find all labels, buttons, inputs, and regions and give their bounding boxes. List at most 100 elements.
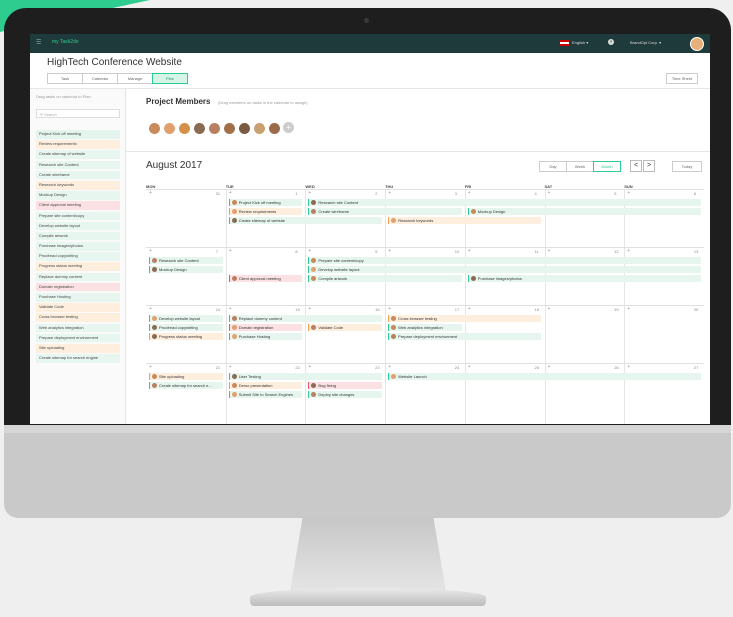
- add-event-icon[interactable]: +: [548, 248, 551, 254]
- sidebar-task-item[interactable]: Prepare deployment environment: [36, 333, 120, 343]
- member-avatar[interactable]: [253, 122, 266, 135]
- add-event-icon[interactable]: +: [229, 190, 232, 196]
- add-event-icon[interactable]: +: [229, 248, 232, 254]
- calendar-event[interactable]: Mockup Design: [467, 208, 701, 215]
- search-input[interactable]: ⚲ Search: [36, 109, 120, 118]
- sidebar-task-item[interactable]: Proofread copywriting: [36, 252, 120, 261]
- user-avatar[interactable]: [690, 37, 704, 51]
- tab-task[interactable]: Task: [47, 73, 83, 84]
- calendar-event[interactable]: Web analytics integration: [388, 324, 462, 331]
- calendar-event[interactable]: Prepare deployment environment: [388, 333, 542, 340]
- sidebar-task-item[interactable]: Mockup Design: [36, 191, 120, 200]
- view-month-button[interactable]: Month: [593, 161, 621, 172]
- add-event-icon[interactable]: +: [468, 364, 471, 370]
- calendar-event[interactable]: Site uploading: [149, 373, 223, 380]
- add-event-icon[interactable]: +: [229, 306, 232, 312]
- member-avatar[interactable]: [178, 122, 191, 135]
- time-sheet-button[interactable]: Time Sheet: [666, 73, 698, 84]
- sidebar-task-item[interactable]: Cross browser testing: [36, 313, 120, 322]
- sidebar-task-item[interactable]: Validate Code: [36, 303, 120, 312]
- add-event-icon[interactable]: +: [627, 190, 630, 196]
- calendar-event[interactable]: Develop website layout: [308, 266, 701, 273]
- help-icon[interactable]: ?: [608, 39, 614, 45]
- sidebar-task-item[interactable]: Web analytics integration: [36, 323, 120, 333]
- app-logo[interactable]: my Task2do: [52, 39, 79, 45]
- add-event-icon[interactable]: +: [308, 306, 311, 312]
- sidebar-task-item[interactable]: Create sitemap of website: [36, 150, 120, 159]
- add-event-icon[interactable]: +: [468, 306, 471, 312]
- calendar-event[interactable]: Demo presentation: [228, 382, 303, 389]
- member-avatar[interactable]: [223, 122, 236, 135]
- calendar-event[interactable]: Client approval meeting: [228, 275, 303, 282]
- calendar-event[interactable]: Validate Code: [308, 324, 383, 331]
- calendar-event[interactable]: Create wireframe: [308, 208, 462, 215]
- calendar-event[interactable]: Create sitemap of website: [228, 217, 383, 224]
- view-week-button[interactable]: Week: [566, 161, 594, 172]
- add-event-icon[interactable]: +: [308, 190, 311, 196]
- calendar-event[interactable]: Submit Site to Search Engines: [228, 391, 303, 398]
- sidebar-task-item[interactable]: Purchase Hosting: [36, 293, 120, 302]
- company-selector[interactable]: BrandOpt Corp. ▾: [630, 40, 661, 45]
- add-event-icon[interactable]: +: [388, 364, 391, 370]
- add-event-icon[interactable]: +: [548, 364, 551, 370]
- calendar-event[interactable]: Progress status meeting: [149, 333, 223, 340]
- sidebar-task-item[interactable]: Site uploading: [36, 343, 120, 353]
- member-avatar[interactable]: [208, 122, 221, 135]
- add-event-icon[interactable]: +: [627, 248, 630, 254]
- calendar-event[interactable]: Cross browser testing: [388, 315, 542, 322]
- member-avatar[interactable]: [163, 122, 176, 135]
- member-avatar[interactable]: [148, 122, 161, 135]
- sidebar-task-item[interactable]: Create sitemap for search engine: [36, 354, 120, 363]
- add-event-icon[interactable]: +: [229, 364, 232, 370]
- add-event-icon[interactable]: +: [468, 190, 471, 196]
- sidebar-task-item[interactable]: Create wireframe: [36, 170, 120, 180]
- view-day-button[interactable]: Day: [539, 161, 567, 172]
- sidebar-task-item[interactable]: Research site Content: [36, 160, 120, 170]
- add-event-icon[interactable]: +: [308, 248, 311, 254]
- add-event-icon[interactable]: +: [388, 190, 391, 196]
- sidebar-task-item[interactable]: Project Kick off meeting: [36, 130, 120, 139]
- add-event-icon[interactable]: +: [388, 306, 391, 312]
- add-event-icon[interactable]: +: [149, 364, 152, 370]
- calendar-event[interactable]: Research keywords: [388, 217, 542, 224]
- calendar-event[interactable]: Create sitemap for search e...: [149, 382, 223, 389]
- calendar-event[interactable]: Project Kick off meeting: [228, 199, 303, 206]
- sidebar-task-item[interactable]: Develop website layout: [36, 221, 120, 231]
- member-avatar[interactable]: [238, 122, 251, 135]
- calendar-event[interactable]: Compile artwork: [308, 275, 462, 282]
- calendar-event[interactable]: Research site Content: [308, 199, 701, 206]
- add-event-icon[interactable]: +: [149, 306, 152, 312]
- calendar-event[interactable]: Purchase images/photos: [467, 275, 701, 282]
- sidebar-task-item[interactable]: Prepare site content/copy: [36, 211, 120, 221]
- hamburger-menu-icon[interactable]: ☰: [36, 39, 41, 46]
- sidebar-task-item[interactable]: Compile artwork: [36, 231, 120, 241]
- calendar-event[interactable]: Mockup Design: [149, 266, 223, 273]
- add-event-icon[interactable]: +: [149, 248, 152, 254]
- add-member-icon[interactable]: +: [283, 122, 294, 133]
- tab-calendar[interactable]: Calendar: [82, 73, 118, 84]
- calendar-event[interactable]: Develop website layout: [149, 315, 223, 322]
- tab-manage[interactable]: Manage: [117, 73, 153, 84]
- calendar-event[interactable]: Bug fixing: [308, 382, 383, 389]
- language-selector[interactable]: English ▾: [560, 40, 588, 46]
- tab-plan[interactable]: Plan: [152, 73, 188, 84]
- add-event-icon[interactable]: +: [627, 306, 630, 312]
- calendar-event[interactable]: Review requirements: [228, 208, 303, 215]
- sidebar-task-item[interactable]: Client approval meeting: [36, 201, 120, 210]
- add-event-icon[interactable]: +: [548, 306, 551, 312]
- calendar-event[interactable]: Research site Content: [149, 257, 223, 264]
- calendar-event[interactable]: Replace dummy content: [228, 315, 383, 322]
- add-event-icon[interactable]: +: [468, 248, 471, 254]
- member-avatar[interactable]: [193, 122, 206, 135]
- sidebar-task-item[interactable]: Research keywords: [36, 180, 120, 190]
- sidebar-task-item[interactable]: Progress status meeting: [36, 262, 120, 272]
- sidebar-task-item[interactable]: Replace dummy content: [36, 272, 120, 282]
- add-event-icon[interactable]: +: [388, 248, 391, 254]
- calendar-event[interactable]: Domain registration: [228, 324, 303, 331]
- calendar-event[interactable]: Purchase Hosting: [228, 333, 303, 340]
- add-event-icon[interactable]: +: [308, 364, 311, 370]
- calendar-event[interactable]: User Testing: [228, 373, 383, 380]
- sidebar-task-item[interactable]: Purchase images/photos: [36, 242, 120, 251]
- prev-month-button[interactable]: <: [630, 160, 642, 172]
- next-month-button[interactable]: >: [643, 160, 655, 172]
